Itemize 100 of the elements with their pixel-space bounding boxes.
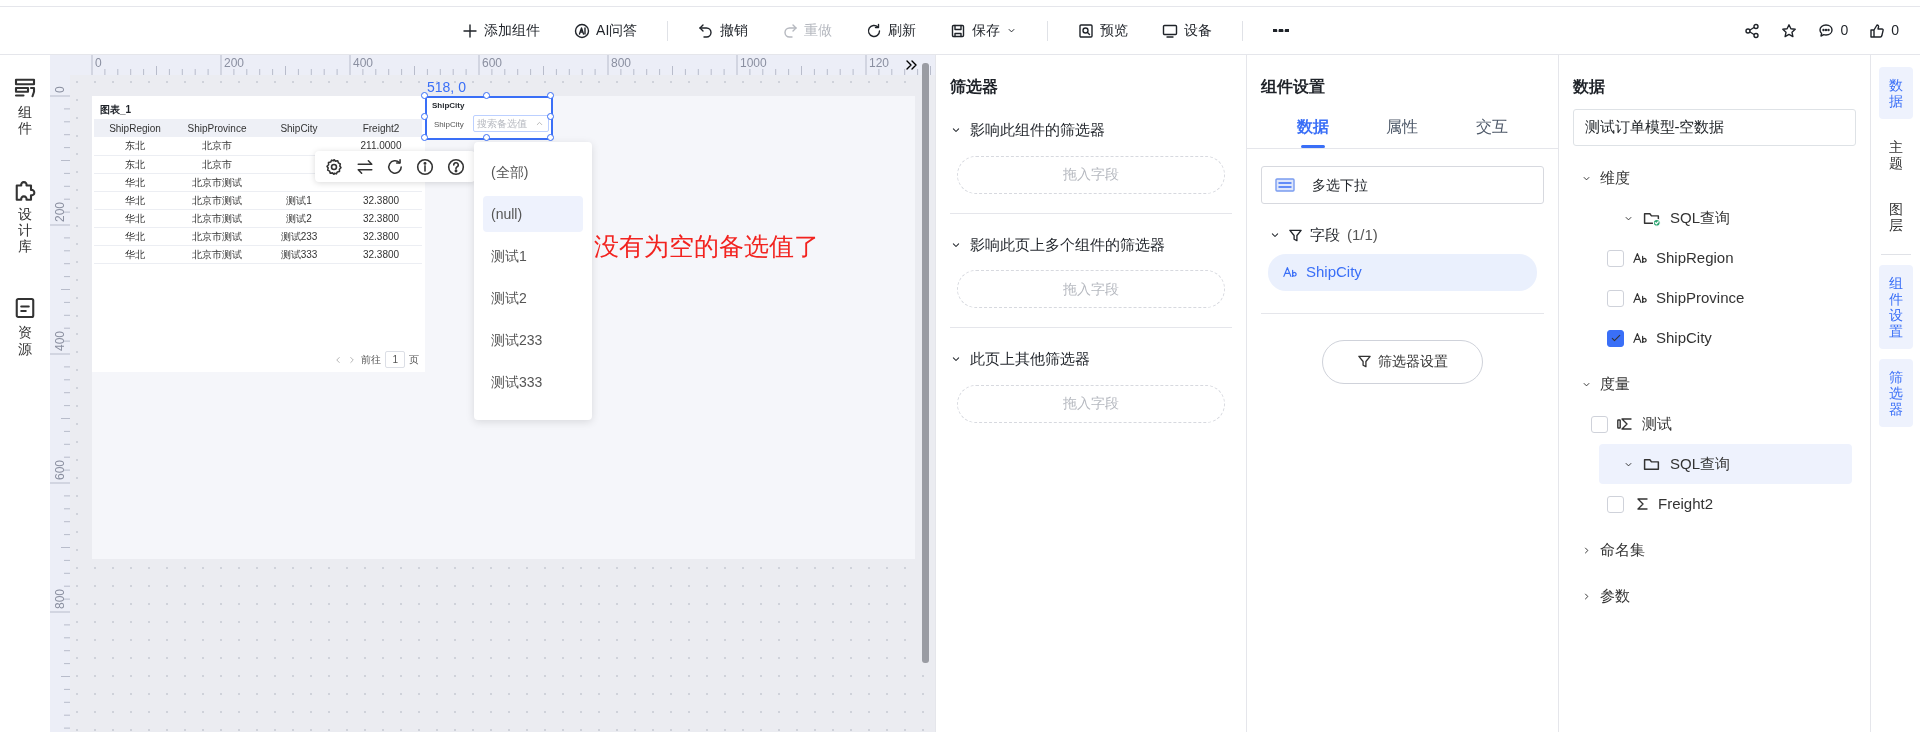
toolbar-button[interactable]: 设备 [1152,16,1223,45]
folder-row[interactable]: SQL查询 [1599,198,1852,238]
refresh-icon [866,22,883,39]
panel-title: 组件设置 [1261,77,1326,97]
more-icon [1273,28,1290,33]
table-cell: 北京市测试 [176,227,258,245]
monitor-icon [1162,22,1179,39]
checkmark-icon [1609,332,1622,344]
panel-title: 数据 [1573,77,1606,97]
resize-handle[interactable] [547,113,554,120]
swap-arrows-button[interactable] [355,157,374,176]
help-button[interactable] [446,157,465,176]
ruler-label: 800 [611,56,632,70]
resize-handle[interactable] [421,134,428,141]
table-cell: 北京市测试 [176,209,258,227]
comment-button[interactable]: 0 [1811,16,1856,45]
filter-widget[interactable]: ShipCity ShipCity 搜索备选值 [425,96,553,140]
tab[interactable]: 数据 [1296,109,1329,148]
text-type-icon [1282,265,1298,279]
text-type-icon [1632,291,1648,305]
share-icon [1744,22,1761,39]
side-tab[interactable]: 主题 [1878,129,1913,182]
comment-icon [1818,22,1835,39]
ruler-label: 200 [53,201,67,222]
resize-handle[interactable] [421,92,428,99]
text-type-icon [1632,331,1648,345]
table-cell: 华北 [94,209,176,227]
dropdown-option[interactable]: (null) [483,196,583,232]
chart-card[interactable]: 图表_1 ShipRegion ShipProvince ShipCity Freight2 东北 北京市 211.0000 东北 北京市 华北 北京市测试 华北 北京市测试 测试1 32.3800 华北 北京市测试 测试2 32.3800 华北 北京市测试 测试233 32.3800 华北 北京市测试 测试333 32.3800 前往 1 页 [92,96,425,372]
section-title: 影响此页上多个组件的筛选器 [970,234,1165,255]
table-cell: 测试233 [258,227,340,245]
document-icon [13,296,37,321]
resize-handle[interactable] [421,113,428,120]
table-cell: 东北 [94,155,176,173]
select-field[interactable]: 搜索备选值 [473,115,549,132]
tree-label: 参数 [1600,585,1630,606]
dropdown-option[interactable]: (全部) [483,154,583,190]
gear-button[interactable] [325,157,344,176]
side-tab[interactable]: 筛选器 [1878,358,1913,428]
table-cell: 北京市测试 [176,245,258,263]
dropdown-option[interactable]: 测试333 [483,364,583,400]
sidebar-item[interactable]: 设计库 [0,178,50,255]
checkbox[interactable] [1607,329,1624,347]
chevron-up-icon [535,119,544,128]
toolbar-button[interactable]: 撤销 [688,16,759,45]
plus-icon [462,22,479,39]
toolbar-button[interactable]: 预览 [1068,16,1139,45]
resize-handle[interactable] [547,134,554,141]
section-title: 影响此组件的筛选器 [970,120,1105,140]
toolbar-button[interactable]: 保存 [940,16,1028,45]
swap-arrows-icon [355,157,374,176]
thumbs-up-button[interactable]: 0 [1862,16,1906,45]
tab[interactable]: 交互 [1476,109,1509,148]
ruler-label: 600 [482,56,503,70]
dropdown-option[interactable]: 测试1 [483,238,583,274]
info-icon [416,157,435,176]
tree-label: ShipRegion [1656,247,1734,268]
ruler-label: 0 [95,56,102,70]
ruler-label: 400 [53,330,67,351]
resize-handle[interactable] [483,92,490,99]
field-label: ShipCity [434,119,464,131]
widget-title: ShipCity [432,100,465,112]
ruler-label: 200 [224,56,245,70]
star-icon [1781,22,1798,39]
sidebar-item[interactable]: 资源 [0,296,50,357]
column-header: ShipRegion [94,119,176,137]
refresh-button[interactable] [385,157,404,176]
filter-settings-button[interactable]: 筛选器设置 [1322,339,1483,384]
folder-row[interactable]: SQL查询 [1599,444,1852,484]
toolbar-button[interactable]: AI问答 [564,16,648,45]
undo-icon [698,22,715,39]
dropdown-option[interactable]: 测试233 [483,322,583,358]
table-cell: 北京市 [176,155,258,173]
resize-handle[interactable] [483,134,490,141]
field-chip[interactable]: ShipCity [1268,253,1537,291]
table-cell: 华北 [94,191,176,209]
dataset-field[interactable]: 测试订单模型-空数据 [1573,109,1856,146]
refresh-icon [385,157,404,176]
tree-label: 度量 [1600,373,1630,394]
list-widget-icon [1274,177,1296,193]
info-button[interactable] [416,157,435,176]
side-tab[interactable]: 图层 [1878,191,1913,244]
preview-icon [1078,22,1095,39]
side-tab[interactable]: 组件设置 [1878,264,1913,349]
calculated-measure-icon [1616,416,1634,432]
widget-type-select[interactable]: 多选下拉 [1261,166,1544,204]
dropdown-option[interactable]: 测试2 [483,280,583,316]
side-tab[interactable]: 数据 [1878,67,1913,120]
toolbar-button[interactable]: 添加组件 [452,16,551,45]
help-icon [446,157,465,176]
table-cell: 32.3800 [340,209,422,227]
toolbar-button[interactable]: 刷新 [856,16,927,45]
position-label: 518, 0 [427,78,466,97]
tab[interactable]: 属性 [1386,109,1419,148]
sidebar-item[interactable]: 组件 [0,76,50,137]
resize-handle[interactable] [547,92,554,99]
table-cell: 测试1 [258,191,340,209]
scrollbar[interactable] [922,63,929,663]
ruler-label: 400 [353,56,374,70]
page-number-field[interactable]: 1 [385,351,405,368]
